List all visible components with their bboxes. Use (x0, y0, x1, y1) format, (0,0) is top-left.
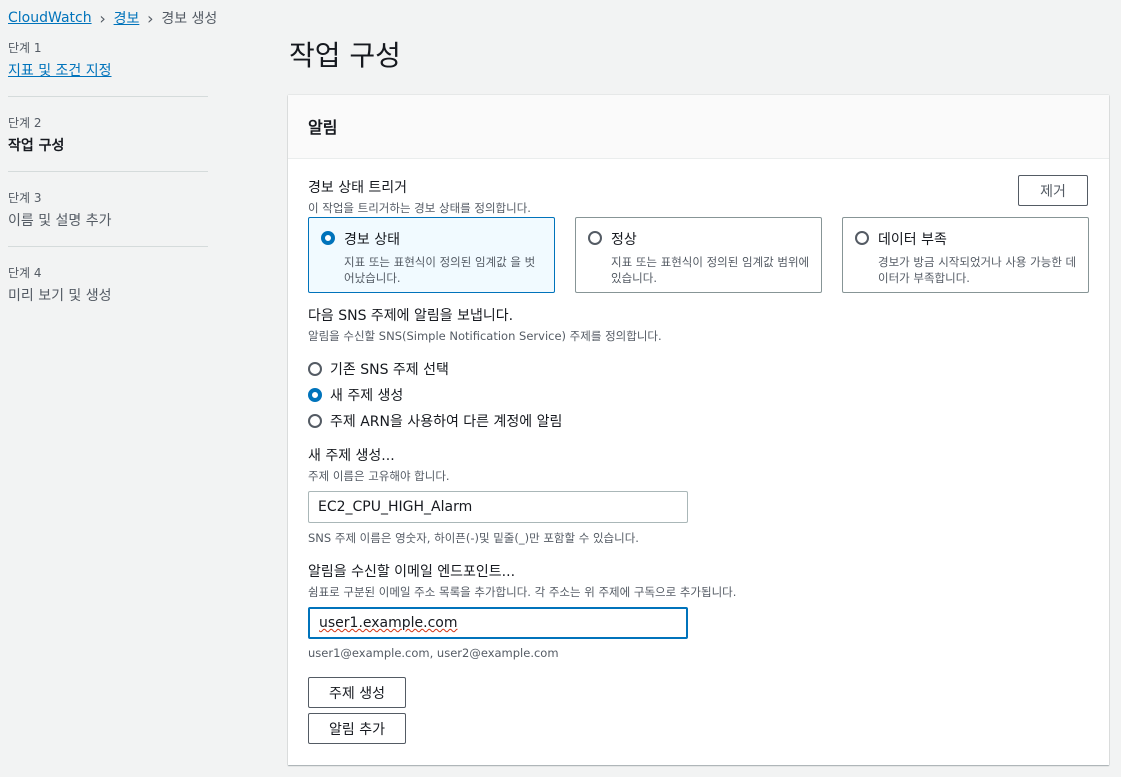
tile-ok[interactable]: 정상 지표 또는 표현식이 정의된 임계값 범위에 있습니다. (575, 217, 822, 293)
topic-name-field: 새 주제 생성... 주제 이름은 고유해야 합니다. EC2_CPU_HIGH… (308, 445, 1088, 546)
panel-actions: 주제 생성 알림 추가 (308, 677, 406, 749)
radio-unchecked-icon[interactable] (855, 231, 869, 245)
step-number: 단계 1 (8, 41, 42, 55)
breadcrumb: CloudWatch › 경보 › 경보 생성 (8, 8, 217, 28)
step-1: 단계 1 지표 및 조건 지정 (8, 36, 208, 96)
radio-unchecked-icon[interactable] (588, 231, 602, 245)
tile-insufficient-data[interactable]: 데이터 부족 경보가 방금 시작되었거나 사용 가능한 데이터가 부족합니다. (842, 217, 1089, 293)
email-endpoint-field: 알림을 수신할 이메일 엔드포인트... 쉼표로 구분된 이메일 주소 목록을 … (308, 561, 1088, 660)
step-number: 단계 3 (8, 191, 42, 205)
wizard-steps: 단계 1 지표 및 조건 지정 단계 2 작업 구성 단계 3 이름 및 설명 … (8, 36, 208, 305)
topic-description: 주제 이름은 고유해야 합니다. (308, 469, 450, 483)
step-1-link[interactable]: 지표 및 조건 지정 (8, 60, 208, 80)
step-4-label: 미리 보기 및 생성 (8, 288, 112, 304)
radio-unchecked-icon[interactable] (308, 414, 322, 428)
chevron-right-icon: › (147, 8, 154, 28)
chevron-right-icon: › (99, 8, 106, 28)
page-title: 작업 구성 (289, 39, 401, 72)
radio-topic-arn[interactable]: 주제 ARN을 사용하여 다른 계정에 알림 (308, 408, 1088, 434)
radio-new-topic[interactable]: 새 주제 생성 (308, 382, 1088, 408)
tile-title: 정상 (611, 232, 637, 248)
email-hint: user1@example.com, user2@example.com (308, 646, 559, 660)
email-description: 쉼표로 구분된 이메일 주소 목록을 추가합니다. 각 주소는 위 주제에 구독… (308, 585, 737, 599)
email-endpoint-input[interactable]: user1.example.com (308, 607, 688, 639)
step-divider (8, 246, 208, 247)
tile-title: 경보 상태 (344, 232, 400, 248)
radio-label: 새 주제 생성 (330, 388, 404, 404)
email-endpoint-value: user1.example.com (319, 615, 458, 631)
radio-checked-icon[interactable] (321, 231, 335, 245)
trigger-description: 이 작업을 트리거하는 경보 상태를 정의합니다. (308, 201, 531, 215)
create-topic-button[interactable]: 주제 생성 (308, 677, 406, 708)
notification-panel: 알림 경보 상태 트리거 이 작업을 트리거하는 경보 상태를 정의합니다. 제… (288, 95, 1109, 765)
tile-title: 데이터 부족 (878, 232, 947, 248)
radio-existing-topic[interactable]: 기존 SNS 주제 선택 (308, 356, 1088, 382)
alarm-state-tiles: 경보 상태 지표 또는 표현식이 정의된 임계값 을 벗어났습니다. 정상 지표… (308, 217, 1089, 293)
topic-name-value: EC2_CPU_HIGH_Alarm (318, 499, 473, 515)
topic-constraint: SNS 주제 이름은 영숫자, 하이픈(-)및 밑줄(_)만 포함할 수 있습니… (308, 531, 639, 545)
sns-radio-group: 기존 SNS 주제 선택 새 주제 생성 주제 ARN을 사용하여 다른 계정에… (308, 356, 1088, 434)
radio-label: 기존 SNS 주제 선택 (330, 362, 449, 378)
tile-description: 지표 또는 표현식이 정의된 임계값 범위에 있습니다. (611, 255, 810, 285)
step-number: 단계 2 (8, 116, 42, 130)
step-number: 단계 4 (8, 266, 42, 280)
step-2: 단계 2 작업 구성 (8, 111, 208, 171)
sns-description: 알림을 수신할 SNS(Simple Notification Service)… (308, 329, 662, 343)
sns-topic-section: 다음 SNS 주제에 알림을 보냅니다. 알림을 수신할 SNS(Simple … (308, 305, 1088, 434)
alarm-state-trigger-section: 경보 상태 트리거 이 작업을 트리거하는 경보 상태를 정의합니다. 제거 (308, 175, 1088, 216)
breadcrumb-cloudwatch-link[interactable]: CloudWatch (8, 10, 92, 26)
remove-button[interactable]: 제거 (1018, 175, 1088, 206)
tile-in-alarm[interactable]: 경보 상태 지표 또는 표현식이 정의된 임계값 을 벗어났습니다. (308, 217, 555, 293)
step-divider (8, 171, 208, 172)
radio-checked-icon[interactable] (308, 388, 322, 402)
topic-label: 새 주제 생성... (308, 448, 395, 464)
tile-description: 경보가 방금 시작되었거나 사용 가능한 데이터가 부족합니다. (878, 255, 1077, 285)
sns-label: 다음 SNS 주제에 알림을 보냅니다. (308, 308, 514, 324)
radio-unchecked-icon[interactable] (308, 362, 322, 376)
add-notification-button[interactable]: 알림 추가 (308, 713, 406, 744)
step-4: 단계 4 미리 보기 및 생성 (8, 261, 208, 305)
tile-description: 지표 또는 표현식이 정의된 임계값 을 벗어났습니다. (344, 255, 536, 285)
step-divider (8, 96, 208, 97)
panel-title: 알림 (288, 95, 1109, 159)
trigger-label: 경보 상태 트리거 (308, 180, 408, 196)
step-2-label: 작업 구성 (8, 138, 65, 154)
step-3: 단계 3 이름 및 설명 추가 (8, 186, 208, 246)
step-3-label: 이름 및 설명 추가 (8, 213, 112, 229)
radio-label: 주제 ARN을 사용하여 다른 계정에 알림 (330, 414, 563, 430)
breadcrumb-alarms-link[interactable]: 경보 (114, 8, 140, 28)
email-label: 알림을 수신할 이메일 엔드포인트... (308, 564, 516, 580)
breadcrumb-current: 경보 생성 (161, 11, 218, 27)
topic-name-input[interactable]: EC2_CPU_HIGH_Alarm (308, 491, 688, 523)
